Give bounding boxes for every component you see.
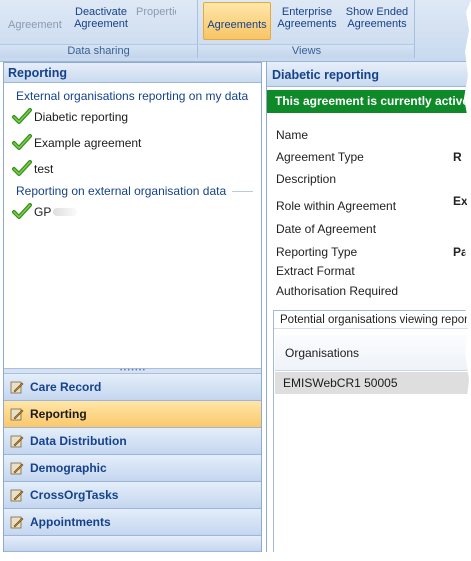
nav-label: Data Distribution bbox=[30, 434, 127, 448]
agreement-item[interactable]: GP bbox=[4, 199, 261, 225]
agreement-item[interactable]: test bbox=[4, 156, 261, 182]
organisation-row[interactable]: EMISWebCR1 50005 bbox=[275, 372, 471, 394]
redacted-text bbox=[53, 208, 78, 216]
nav-label: Reporting bbox=[30, 407, 87, 421]
pencil-icon bbox=[10, 489, 24, 502]
right-panel: Diabetic reporting This agreement is cur… bbox=[266, 62, 471, 552]
section-divider bbox=[232, 191, 253, 192]
checkmark-icon bbox=[12, 160, 32, 176]
nav-label: Demographic bbox=[30, 461, 107, 475]
deactivate-agreement-button[interactable]: Deactivate Agreement bbox=[72, 6, 130, 30]
checkmark-icon bbox=[12, 108, 32, 124]
field-label: Authorisation Required bbox=[276, 284, 399, 298]
field-label: Reporting Type bbox=[276, 245, 358, 259]
section-header-label: External organisations reporting on my d… bbox=[16, 89, 249, 103]
ribbon-group-label: Views bbox=[199, 44, 414, 58]
agreement-item-label: Example agreement bbox=[34, 136, 142, 150]
checkmark-icon bbox=[12, 134, 32, 150]
enterprise-agreements-button[interactable]: Enterprise Agreements bbox=[275, 6, 339, 30]
agreement-item-label: GP bbox=[34, 205, 52, 219]
section-header: External organisations reporting on my d… bbox=[16, 89, 261, 104]
section-header-label: Reporting on external organisation data bbox=[16, 184, 227, 198]
agreement-title: Diabetic reporting bbox=[267, 62, 471, 87]
agreement-type-value: R bbox=[453, 150, 462, 164]
ribbon-group-label: Data sharing bbox=[0, 44, 197, 58]
pencil-icon bbox=[10, 408, 24, 421]
left-panel: Reporting External organisations reporti… bbox=[3, 62, 262, 552]
agreement-item[interactable]: Diabetic reporting bbox=[4, 104, 261, 130]
field-label: Agreement Type bbox=[276, 150, 364, 164]
agreement-item-label: Diabetic reporting bbox=[34, 110, 129, 124]
nav-demographic[interactable]: Demographic bbox=[4, 455, 261, 482]
ribbon: Agreement Deactivate Agreement Propertie… bbox=[0, 0, 471, 62]
nav-care-record[interactable]: Care Record bbox=[4, 374, 261, 401]
field-label: Date of Agreement bbox=[276, 222, 377, 236]
nav-appointments[interactable]: Appointments bbox=[4, 509, 261, 536]
agreements-view-button[interactable]: Agreements bbox=[203, 2, 271, 40]
field-label: Description bbox=[276, 172, 337, 186]
checkmark-icon bbox=[12, 203, 32, 219]
agreement-button[interactable]: Agreement bbox=[8, 19, 62, 31]
nav-label: CrossOrgTasks bbox=[30, 488, 119, 502]
pencil-icon bbox=[10, 462, 24, 475]
nav-label: Appointments bbox=[30, 515, 111, 529]
pencil-icon bbox=[10, 516, 24, 529]
status-banner: This agreement is currently active bbox=[267, 90, 471, 113]
organisations-box-title: Potential organisations viewing reports bbox=[274, 311, 471, 329]
properties-button[interactable]: Properties bbox=[136, 6, 176, 18]
agreement-item[interactable]: Example agreement bbox=[4, 130, 261, 156]
field-label: Role within Agreement bbox=[276, 199, 397, 213]
nav-data-distribution[interactable]: Data Distribution bbox=[4, 428, 261, 455]
agreement-item-label: test bbox=[34, 162, 54, 176]
ribbon-group-views: Agreements Enterprise Agreements Show En… bbox=[199, 0, 415, 58]
pencil-icon bbox=[10, 435, 24, 448]
nav-overflow bbox=[4, 536, 261, 552]
torn-edge-right bbox=[464, 0, 471, 561]
nav-reporting[interactable]: Reporting bbox=[4, 401, 261, 428]
nav-crossorgtasks[interactable]: CrossOrgTasks bbox=[4, 482, 261, 509]
organisations-box: Potential organisations viewing reports … bbox=[273, 310, 471, 552]
ribbon-group-data-sharing: Agreement Deactivate Agreement Propertie… bbox=[0, 0, 198, 58]
show-ended-agreements-button[interactable]: Show Ended Agreements bbox=[343, 6, 411, 30]
torn-edge-bottom bbox=[0, 553, 471, 561]
pencil-icon bbox=[10, 381, 24, 394]
left-panel-title: Reporting bbox=[4, 63, 261, 83]
organisations-column-header[interactable]: Organisations bbox=[275, 335, 471, 371]
section-header: Reporting on external organisation data bbox=[16, 184, 261, 199]
field-label: Name bbox=[276, 128, 309, 142]
field-label: Extract Format bbox=[276, 264, 355, 278]
nav-label: Care Record bbox=[30, 380, 102, 394]
